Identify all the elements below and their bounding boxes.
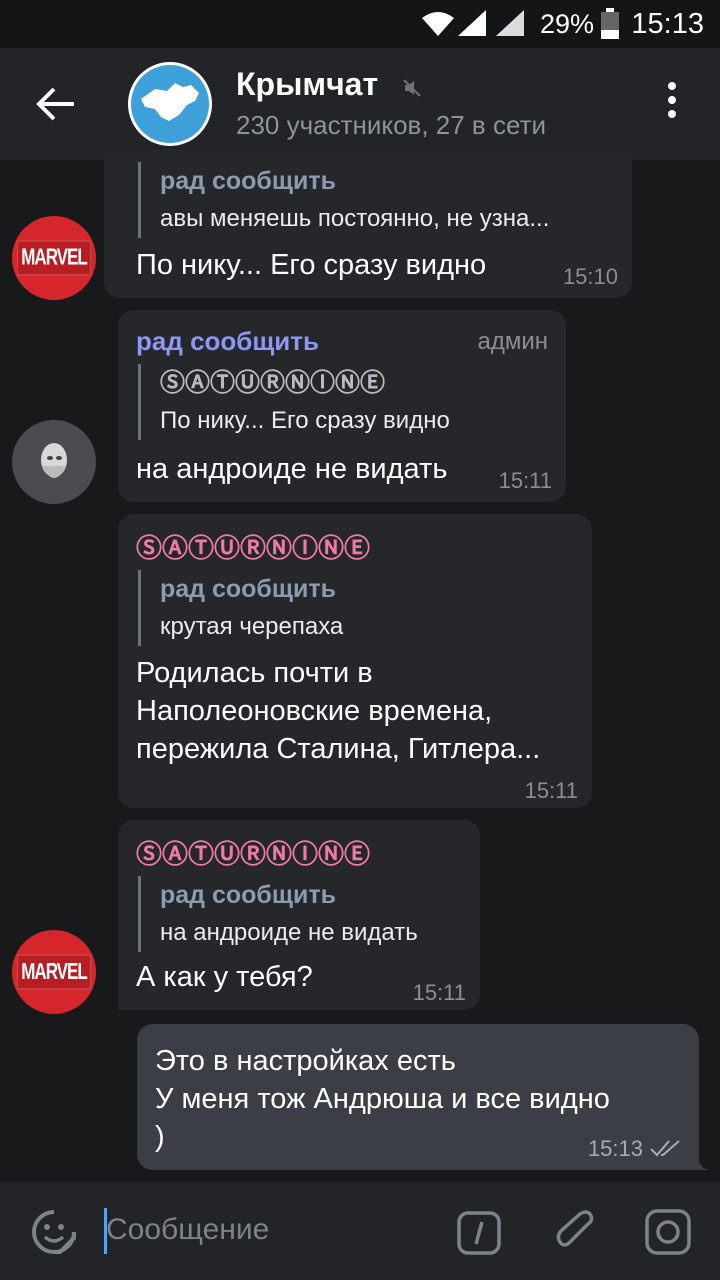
chat-avatar[interactable] bbox=[128, 62, 212, 146]
mute-icon bbox=[403, 79, 421, 97]
message-bubble[interactable]: ⓈⒶⓉⓊⓇⓃⒾⓃⒺ рад сообщить на андроиде не ви… bbox=[118, 820, 480, 1010]
emoji-icon[interactable] bbox=[30, 1208, 78, 1256]
back-arrow-icon[interactable] bbox=[34, 84, 78, 124]
sender-name[interactable]: рад сообщить bbox=[136, 326, 319, 357]
reply-sender: рад сообщить bbox=[160, 575, 336, 603]
message-time: 15:10 bbox=[562, 264, 618, 289]
input-bar: Сообщение bbox=[0, 1182, 720, 1280]
sender-name[interactable]: ⓈⒶⓉⓊⓇⓃⒾⓃⒺ bbox=[136, 834, 370, 871]
battery-percent: 29% bbox=[540, 9, 595, 39]
attach-icon[interactable] bbox=[552, 1208, 600, 1256]
wifi-icon bbox=[422, 12, 454, 36]
message-input[interactable]: Сообщение bbox=[106, 1213, 269, 1247]
reply-quote[interactable]: рад сообщить авы меняешь постоянно, не у… bbox=[138, 162, 620, 238]
double-check-icon bbox=[650, 1140, 680, 1157]
message-text: А как у тебя? bbox=[136, 961, 313, 993]
message-time: 15:13 bbox=[587, 1136, 643, 1161]
camera-icon[interactable] bbox=[644, 1208, 692, 1256]
message-time: 15:11 bbox=[524, 778, 578, 803]
status-bar: 29% 15:13 bbox=[0, 0, 720, 48]
message-time: 15:11 bbox=[498, 468, 552, 493]
reply-text: крутая черепаха bbox=[160, 613, 344, 640]
reply-sender: рад сообщить bbox=[160, 881, 336, 909]
reply-text: авы меняешь постоянно, не узна... bbox=[160, 205, 550, 232]
message-text: на андроиде не видать bbox=[136, 453, 448, 485]
admin-badge: админ bbox=[477, 328, 548, 355]
clock: 15:13 bbox=[631, 8, 704, 40]
message-text: Это в настройках есть У меня тож Андрюша… bbox=[155, 1045, 610, 1153]
own-message-bubble[interactable]: Это в настройках есть У меня тож Андрюша… bbox=[137, 1024, 699, 1170]
reply-quote[interactable]: ⓈⒶⓉⓊⓇⓃⒾⓃⒺ По нику... Его сразу видно bbox=[138, 364, 540, 440]
chat-header: Крымчат 230 участников, 27 в сети bbox=[0, 48, 720, 160]
reply-quote[interactable]: рад сообщить крутая черепаха bbox=[138, 570, 560, 646]
sender-name[interactable]: ⓈⒶⓉⓊⓇⓃⒾⓃⒺ bbox=[136, 528, 370, 565]
battery-icon bbox=[601, 8, 619, 39]
reply-sender: ⓈⒶⓉⓊⓇⓃⒾⓃⒺ bbox=[160, 369, 386, 397]
signal-icon bbox=[496, 10, 524, 36]
message-time: 15:11 bbox=[412, 980, 466, 1005]
bubble-tail bbox=[698, 1154, 712, 1170]
chat-subtitle: 230 участников, 27 в сети bbox=[236, 110, 546, 140]
bot-command-icon[interactable] bbox=[456, 1210, 502, 1256]
avatar[interactable] bbox=[12, 420, 96, 504]
message-bubble[interactable]: рад сообщить админ ⓈⒶⓉⓊⓇⓃⒾⓃⒺ По нику... … bbox=[118, 310, 566, 502]
signal-icon bbox=[458, 10, 486, 36]
message-text: По нику... Его сразу видно bbox=[136, 249, 487, 281]
reply-sender: рад сообщить bbox=[160, 167, 336, 195]
portrait-icon bbox=[41, 443, 67, 478]
reply-text: По нику... Его сразу видно bbox=[160, 407, 450, 434]
chat-title[interactable]: Крымчат bbox=[236, 66, 378, 103]
avatar[interactable]: MARVEL bbox=[12, 216, 96, 300]
reply-text: на андроиде не видать bbox=[160, 919, 418, 946]
message-bubble[interactable]: рад сообщить авы меняешь постоянно, не у… bbox=[104, 150, 632, 298]
crimea-map-icon bbox=[141, 83, 199, 121]
more-menu-icon[interactable] bbox=[660, 82, 684, 126]
message-text: Родилась почти в Наполеоновские времена,… bbox=[136, 657, 541, 765]
message-bubble[interactable]: ⓈⒶⓉⓊⓇⓃⒾⓃⒺ рад сообщить крутая черепаха Р… bbox=[118, 514, 592, 808]
reply-quote[interactable]: рад сообщить на андроиде не видать bbox=[138, 876, 480, 952]
avatar[interactable]: MARVEL bbox=[12, 930, 96, 1014]
